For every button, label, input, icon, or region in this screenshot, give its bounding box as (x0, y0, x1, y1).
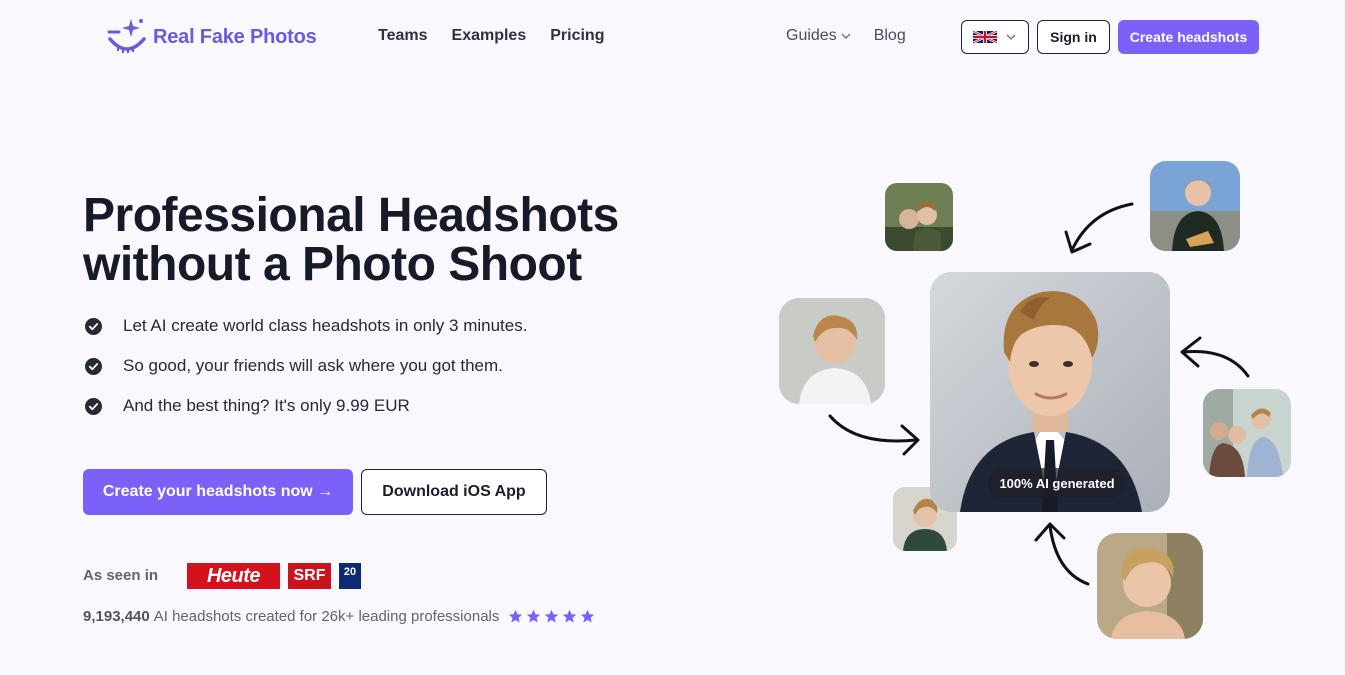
stats-line: 9,193,440 AI headshots created for 26k+ … (83, 608, 595, 625)
list-item: And the best thing? It's only 9.99 EUR (85, 396, 527, 416)
nav-teams[interactable]: Teams (378, 27, 428, 45)
headshot-count: 9,193,440 (83, 608, 150, 625)
person-photo (1150, 161, 1240, 251)
create-your-headshots-button[interactable]: Create your headshots now → (83, 469, 353, 515)
as-seen-in-label: As seen in (83, 567, 159, 584)
sign-in-button[interactable]: Sign in (1037, 20, 1110, 54)
rating-stars (508, 609, 595, 624)
person-photo (1203, 389, 1291, 477)
source-photo (779, 298, 885, 404)
list-item: So good, your friends will ask where you… (85, 356, 527, 376)
secondary-nav: Guides Blog (786, 27, 906, 45)
nav-examples[interactable]: Examples (452, 27, 527, 45)
language-selector[interactable] (961, 20, 1029, 54)
stats-text: AI headshots created for 26k+ leading pr… (153, 608, 500, 625)
chevron-down-icon (841, 33, 851, 39)
site-header: Real Fake Photos Teams Examples Pricing … (0, 0, 1345, 74)
heute-logo: Heute (187, 563, 280, 589)
nav-guides[interactable]: Guides (786, 27, 852, 45)
brand-logo[interactable]: Real Fake Photos (106, 17, 317, 57)
create-headshots-button[interactable]: Create headshots (1118, 20, 1259, 54)
nav-pricing[interactable]: Pricing (550, 27, 604, 45)
srf-logo: SRF (288, 563, 331, 589)
download-ios-app-button[interactable]: Download iOS App (361, 469, 547, 515)
feature-list: Let AI create world class headshots in o… (85, 316, 527, 436)
feature-text: So good, your friends will ask where you… (123, 356, 503, 375)
source-photo (1203, 389, 1291, 477)
person-photo (885, 183, 953, 251)
smiley-sparkle-icon (107, 19, 146, 53)
hero-title: Professional Headshots without a Photo S… (83, 189, 619, 291)
source-photo (1150, 161, 1240, 251)
person-photo (1097, 533, 1203, 639)
curved-arrow-icon (1034, 522, 1090, 586)
star-icon (563, 609, 577, 623)
check-circle-icon (85, 317, 102, 335)
brand-name: Real Fake Photos (153, 25, 317, 48)
feature-text: Let AI create world class headshots in o… (123, 316, 528, 335)
source-photo (1097, 533, 1203, 639)
uk-flag-icon (973, 30, 997, 44)
star-icon (509, 609, 523, 623)
ai-generated-badge: 100% AI generated (988, 468, 1126, 498)
check-circle-icon (85, 357, 102, 375)
feature-text: And the best thing? It's only 9.99 EUR (123, 396, 410, 415)
nav-guides-label: Guides (786, 27, 837, 44)
star-icon (527, 609, 541, 623)
person-photo (779, 298, 885, 404)
primary-nav: Teams Examples Pricing (378, 27, 604, 45)
check-circle-icon (85, 397, 102, 415)
curved-arrow-icon (1180, 336, 1250, 378)
20-minuten-logo: 20 (339, 563, 361, 589)
nav-blog[interactable]: Blog (874, 27, 906, 45)
star-icon (545, 609, 559, 623)
star-icon (581, 609, 595, 623)
curved-arrow-icon (1064, 202, 1134, 254)
curved-arrow-icon (828, 414, 920, 456)
source-photo (885, 183, 953, 251)
list-item: Let AI create world class headshots in o… (85, 316, 527, 336)
chevron-down-icon (1006, 34, 1016, 40)
